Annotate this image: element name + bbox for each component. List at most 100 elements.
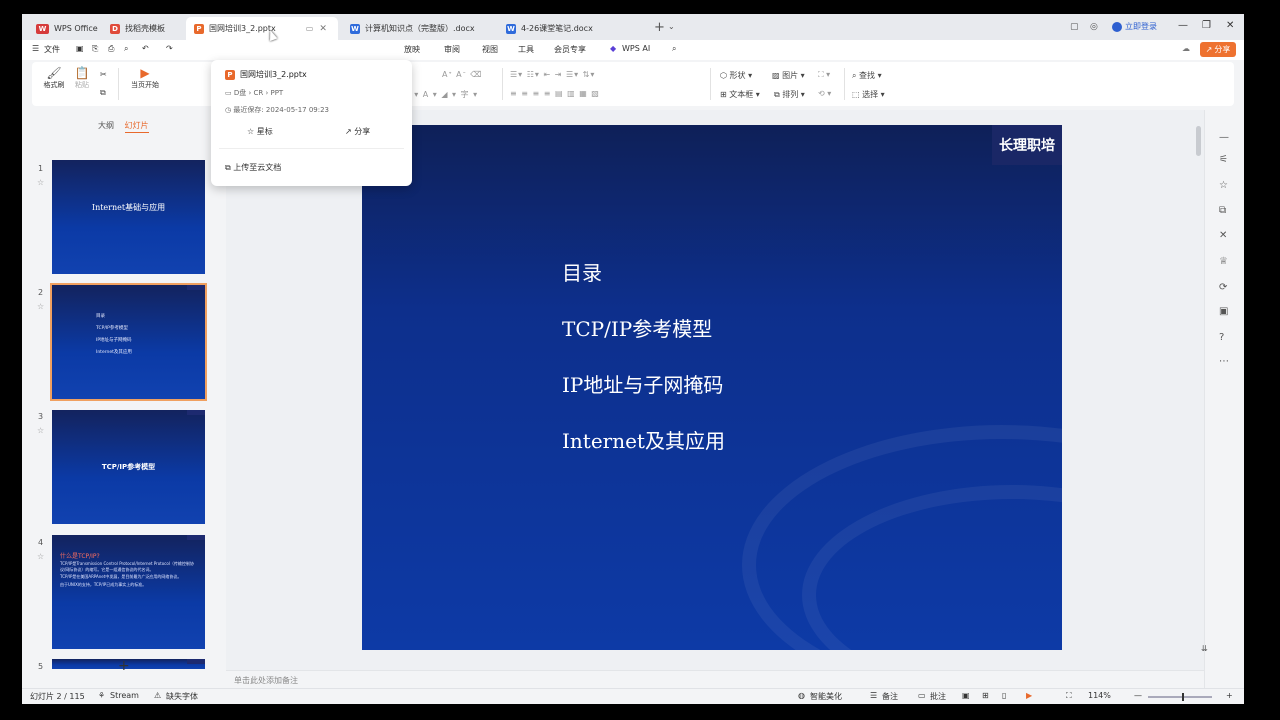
thumb-logo bbox=[187, 659, 205, 664]
vertical-scrollbar[interactable] bbox=[1196, 126, 1201, 156]
notes-area[interactable]: 单击此处添加备注 bbox=[226, 670, 1204, 688]
star-icon[interactable]: ☆ bbox=[1219, 180, 1228, 191]
new-tab-plus-icon[interactable]: + bbox=[654, 20, 665, 35]
redo-icon[interactable]: ↷ bbox=[166, 44, 173, 53]
login-button[interactable]: 立即登录 bbox=[1112, 21, 1157, 32]
skin-icon[interactable]: ◎ bbox=[1090, 22, 1098, 32]
star-icon[interactable]: ☆ bbox=[37, 426, 44, 435]
arrange-button[interactable]: ⧉ 排列 ▾ bbox=[774, 89, 805, 100]
animation-icon[interactable]: ⟳ bbox=[1219, 282, 1227, 293]
tab-pptx-active[interactable]: P 国网培训3_2.pptx ▭ ✕ bbox=[186, 17, 338, 40]
tab-docx-notes[interactable]: W 4-26课堂笔记.docx bbox=[498, 17, 601, 40]
pptx-file-icon: P bbox=[225, 69, 235, 80]
star-icon[interactable]: ☆ bbox=[37, 302, 44, 311]
select-button[interactable]: ⬚ 选择 ▾ bbox=[852, 89, 885, 100]
menu-member[interactable]: 会员专享 bbox=[554, 44, 586, 55]
current-slide[interactable]: 长理职培 目录 TCP/IP参考模型 IP地址与子网掩码 Internet及其应… bbox=[362, 125, 1062, 650]
tab-list-chevron-icon[interactable]: ⌄ bbox=[668, 22, 675, 31]
format-painter-button[interactable]: 🖌 格式刷 bbox=[40, 66, 68, 90]
cut-icon[interactable]: ✂ bbox=[100, 70, 107, 79]
tab-docx-knowledge[interactable]: W 计算机知识点（完整版）.docx bbox=[342, 17, 483, 40]
window-layout-icon[interactable]: ▢ bbox=[1070, 22, 1079, 32]
menu-tools[interactable]: 工具 bbox=[518, 44, 534, 55]
tools-icon[interactable]: ✕ bbox=[1219, 230, 1227, 241]
zoom-out-icon[interactable]: — bbox=[1134, 691, 1142, 700]
slide-thumbnail-1[interactable]: Internet基础与应用 bbox=[52, 160, 205, 274]
search-icon[interactable]: ⌕ bbox=[672, 44, 676, 54]
slide-text-internet[interactable]: Internet及其应用 bbox=[562, 425, 725, 454]
print-icon[interactable]: ⎙ bbox=[108, 44, 114, 54]
comments-button[interactable]: 批注 bbox=[930, 691, 946, 702]
find-button[interactable]: ⌕ 查找 ▾ bbox=[852, 70, 882, 81]
restore-icon[interactable]: ❐ bbox=[1202, 20, 1211, 31]
zoom-in-icon[interactable]: + bbox=[1226, 691, 1233, 700]
share-button[interactable]: ↗ 分享 bbox=[1200, 42, 1236, 57]
scroll-down-icon[interactable]: ⇊ bbox=[1201, 644, 1208, 653]
slide-text-toc[interactable]: 目录 bbox=[562, 257, 602, 286]
tab-label: 国网培训3_2.pptx bbox=[209, 24, 276, 33]
image-button[interactable]: ▨ 图片 ▾ bbox=[772, 70, 805, 81]
stream-button[interactable]: Stream bbox=[110, 691, 139, 700]
copy-icon[interactable]: ⧉ bbox=[1219, 205, 1226, 216]
zoom-level[interactable]: 114% bbox=[1088, 691, 1111, 700]
more-shapes-icon[interactable]: ⛶ ▾ bbox=[818, 70, 830, 80]
tab-template[interactable]: D 找稻壳模板 bbox=[102, 17, 173, 40]
cloud-sync-icon[interactable]: ☁ bbox=[1182, 44, 1190, 53]
slide-number: 2 bbox=[38, 288, 44, 297]
more-icon[interactable]: ⋯ bbox=[1219, 356, 1229, 367]
tab-wps-office[interactable]: W WPS Office bbox=[28, 17, 106, 40]
textbox-button[interactable]: ⊞ 文本框 ▾ bbox=[720, 89, 760, 100]
slide-thumbnail-2-selected[interactable]: 目录 TCP/IP参考模型 IP地址与子网掩码 Internet及其应用 bbox=[50, 283, 207, 401]
help-icon[interactable]: ? bbox=[1219, 332, 1224, 343]
save-icon[interactable]: ▣ bbox=[76, 44, 84, 53]
slide-text-ip[interactable]: IP地址与子网掩码 bbox=[562, 369, 723, 398]
preview-icon[interactable]: ⌕ bbox=[124, 44, 128, 54]
popup-star-button[interactable]: ☆ 星标 bbox=[247, 126, 273, 137]
star-icon[interactable]: ☆ bbox=[37, 552, 44, 561]
zoom-slider[interactable] bbox=[1148, 693, 1212, 701]
list-controls[interactable]: ☰▾ ☷▾ ⇤ ⇥ ☰▾ ⇅▾ bbox=[510, 70, 595, 79]
font-size-controls[interactable]: Aᐩ Aᐨ ⌫ bbox=[442, 70, 483, 79]
minimize-icon[interactable]: — bbox=[1178, 20, 1188, 31]
stream-icon[interactable]: ⚘ bbox=[98, 691, 105, 700]
sorter-view-icon[interactable]: ⊞ bbox=[982, 691, 989, 700]
menu-hamburger-icon[interactable]: ☰ bbox=[32, 44, 39, 53]
popup-share-button[interactable]: ↗ 分享 bbox=[345, 126, 370, 137]
shirt-icon[interactable]: ♕ bbox=[1219, 256, 1228, 267]
menu-slideshow[interactable]: 放映 bbox=[404, 44, 420, 55]
rotate-icon[interactable]: ⟲ ▾ bbox=[818, 89, 831, 98]
menu-review[interactable]: 审阅 bbox=[444, 44, 460, 55]
export-icon[interactable]: ⎘ bbox=[92, 44, 98, 54]
file-info-popup: P 国网培训3_2.pptx ▭ D盘 › CR › PPT ◷ 最近保存: 2… bbox=[211, 60, 412, 186]
paste-button[interactable]: 📋 粘贴 bbox=[68, 66, 96, 90]
normal-view-icon[interactable]: ▣ bbox=[962, 691, 970, 700]
missing-font-button[interactable]: 缺失字体 bbox=[166, 691, 198, 702]
tab-slides[interactable]: 幻灯片 bbox=[124, 121, 149, 133]
shape-button[interactable]: ⬡ 形状 ▾ bbox=[720, 70, 752, 81]
add-slide-plus-icon[interactable]: + bbox=[118, 658, 130, 674]
menu-wps-ai[interactable]: WPS AI bbox=[622, 44, 650, 53]
tab-close-icon[interactable]: ✕ bbox=[319, 24, 327, 34]
fit-icon[interactable]: ⛶ bbox=[1066, 691, 1072, 701]
collapse-icon[interactable]: — bbox=[1219, 132, 1229, 143]
copy-icon[interactable]: ⧉ bbox=[100, 88, 106, 98]
layout-icon[interactable]: ▣ bbox=[1219, 306, 1228, 317]
upload-cloud-button[interactable]: ⧉ 上传至云文档 bbox=[225, 162, 281, 173]
slide-thumbnail-3[interactable]: TCP/IP参考模型 bbox=[52, 410, 205, 524]
adjust-icon[interactable]: ⚟ bbox=[1219, 154, 1228, 165]
slide-thumbnail-4[interactable]: 什么是TCP/IP? TCP/IP是Transmission Control P… bbox=[52, 535, 205, 649]
align-controls[interactable]: ≡ ≡ ≡ ≡ ▤ ▥ ▦ ▧ bbox=[510, 89, 600, 98]
slide-text-tcpip[interactable]: TCP/IP参考模型 bbox=[562, 313, 712, 342]
start-from-current-button[interactable]: ▶ 当页开始 bbox=[124, 66, 166, 90]
notes-button[interactable]: 备注 bbox=[882, 691, 898, 702]
tab-outline[interactable]: 大纲 bbox=[98, 121, 114, 130]
play-slideshow-icon[interactable]: ▶ bbox=[1026, 691, 1032, 700]
beautify-button[interactable]: 智能美化 bbox=[810, 691, 842, 702]
menu-file[interactable]: 文件 bbox=[44, 44, 60, 55]
undo-icon[interactable]: ↶ bbox=[142, 44, 149, 53]
reading-view-icon[interactable]: ▯ bbox=[1002, 691, 1006, 700]
star-icon[interactable]: ☆ bbox=[37, 178, 44, 187]
close-window-icon[interactable]: ✕ bbox=[1226, 20, 1234, 31]
menu-view[interactable]: 视图 bbox=[482, 44, 498, 55]
tab-device-icon[interactable]: ▭ bbox=[306, 24, 314, 33]
